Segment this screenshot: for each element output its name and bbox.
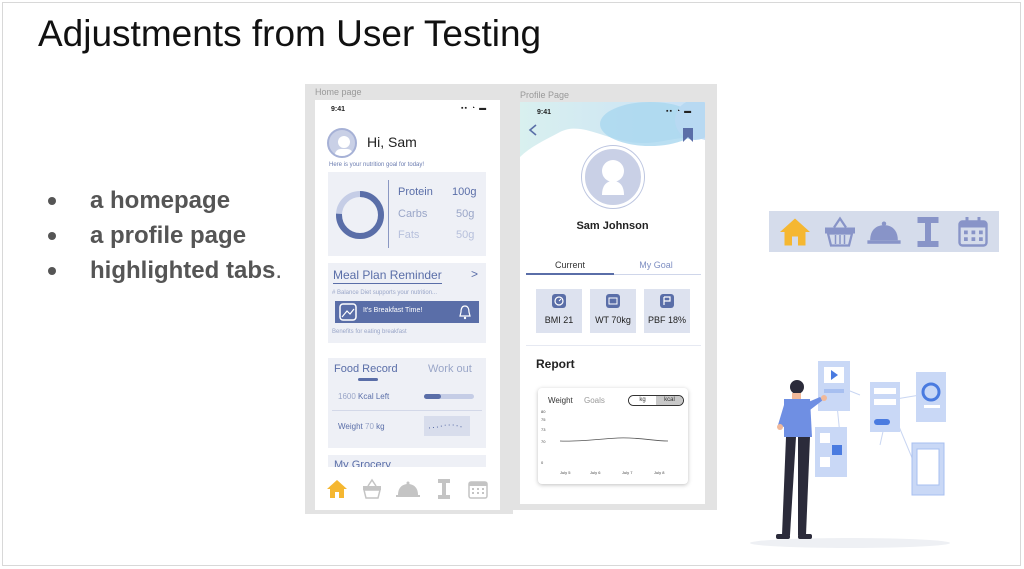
avatar-person-icon xyxy=(602,160,624,195)
breakfast-banner[interactable]: It's Breakfast Time! xyxy=(335,301,479,323)
stat-weight[interactable]: WT 70kg xyxy=(590,289,636,333)
home-icon[interactable] xyxy=(777,214,813,250)
tab-my-goal[interactable]: My Goal xyxy=(612,260,700,270)
x-tick: July 8 xyxy=(654,470,665,475)
scale-icon xyxy=(606,294,620,308)
avatar-person-icon xyxy=(335,136,353,156)
gauge-icon xyxy=(552,294,566,308)
weight-chart-card[interactable]: Weight Goals kg kcal 80 75 73 70 0 July … xyxy=(538,388,688,484)
x-tick: July 7 xyxy=(622,470,633,475)
profile-name: Sam Johnson xyxy=(576,220,649,232)
bullet-text: highlighted tabs xyxy=(90,256,276,284)
avatar[interactable] xyxy=(327,128,357,158)
report-title: Report xyxy=(536,357,575,371)
stat-bmi[interactable]: BMI 21 xyxy=(536,289,582,333)
home-frame-label: Home page xyxy=(315,87,362,97)
nutrition-card[interactable]: Protein 100g Carbs 50g Fats 50g xyxy=(328,172,486,256)
status-icons: ▪▪ ◔ ▬ xyxy=(666,108,693,115)
nutrient-fats: Fats xyxy=(398,229,420,241)
unit-kg[interactable]: kg xyxy=(629,396,656,405)
nutrient-protein: Protein xyxy=(398,186,433,198)
cloche-icon[interactable] xyxy=(395,477,421,501)
chart-weight-tab[interactable]: Weight xyxy=(548,396,573,405)
weight-sparkline xyxy=(424,416,470,436)
tab-current[interactable]: Current xyxy=(526,260,614,270)
dumbbell-icon[interactable] xyxy=(910,214,946,250)
y-tick: 0 xyxy=(541,460,544,465)
profile-page-frame: Profile Page 9:41 ▪▪ ◔ ▬ Sam Johnson Cur… xyxy=(512,84,717,510)
bell-icon xyxy=(459,305,471,320)
bullet-item: a profile page xyxy=(48,218,282,253)
weight-number: 70 xyxy=(365,422,374,431)
bottom-nav xyxy=(315,467,500,510)
nutrition-donut-icon xyxy=(336,191,384,239)
basket-icon[interactable] xyxy=(360,477,384,501)
basket-icon[interactable] xyxy=(822,214,858,250)
kcal-number: 1600 xyxy=(338,392,356,401)
weight-line-chart: 80 75 73 70 0 July 5 July 6 July 7 July … xyxy=(541,409,669,475)
meal-plan-footer: Benefits for eating breakfast xyxy=(332,329,407,335)
food-record-card[interactable]: Food Record Work out 1600 Kcal Left Weig… xyxy=(328,358,486,448)
weight-line xyxy=(559,437,669,442)
tab-food-record[interactable]: Food Record xyxy=(334,363,398,375)
bullet-text: a homepage xyxy=(90,186,231,214)
y-tick: 70 xyxy=(541,439,546,444)
dumbbell-icon[interactable] xyxy=(433,477,455,501)
x-tick: July 5 xyxy=(560,470,571,475)
greeting: Hi, Sam xyxy=(367,134,417,150)
nutrient-carbs-value: 50g xyxy=(456,208,475,220)
home-page-frame: Home page 9:41 ▪▪ ◔ ▬ Hi, Sam Here is yo… xyxy=(305,84,513,514)
kcal-progress xyxy=(424,394,474,399)
bookmark-icon[interactable] xyxy=(682,128,694,142)
bullet-list: a homepage a profile page highlighted ta… xyxy=(48,183,282,288)
nutrient-protein-value: 100g xyxy=(452,186,477,198)
calendar-icon[interactable] xyxy=(466,477,490,501)
home-icon[interactable] xyxy=(325,477,349,501)
flag-icon xyxy=(660,294,674,308)
x-tick: July 6 xyxy=(590,470,601,475)
back-icon[interactable] xyxy=(528,124,538,136)
slide-title: Adjustments from User Testing xyxy=(38,13,542,54)
profile-phone: 9:41 ▪▪ ◔ ▬ Sam Johnson Current My Goal … xyxy=(520,102,705,504)
stat-weight-text: WT 70kg xyxy=(595,315,631,325)
meal-plan-card[interactable]: Meal Plan Reminder > # Balance Diet supp… xyxy=(328,263,486,343)
kcal-row: 1600 Kcal Left xyxy=(338,392,389,401)
y-tick: 73 xyxy=(541,427,546,432)
status-icons: ▪▪ ◔ ▬ xyxy=(461,105,488,112)
weight-label: Weight xyxy=(338,422,363,431)
profile-avatar[interactable] xyxy=(582,146,644,208)
stat-pbf[interactable]: PBF 18% xyxy=(644,289,690,333)
status-time: 9:41 xyxy=(537,109,552,116)
stat-pbf-text: PBF 18% xyxy=(647,315,687,325)
nutrient-carbs: Carbs xyxy=(398,208,428,220)
status-time: 9:41 xyxy=(331,106,346,113)
profile-frame-label: Profile Page xyxy=(520,90,570,100)
home-phone: 9:41 ▪▪ ◔ ▬ Hi, Sam Here is your nutriti… xyxy=(315,100,500,510)
calendar-icon[interactable] xyxy=(955,214,991,250)
bullet-item: a homepage xyxy=(48,183,282,218)
kcal-label: Kcal Left xyxy=(358,392,390,401)
weight-unit: kg xyxy=(376,422,385,431)
unit-kcal[interactable]: kcal xyxy=(656,396,683,405)
goal-text: Here is your nutrition goal for today! xyxy=(329,162,425,168)
stat-bmi-text: BMI 21 xyxy=(544,315,574,325)
person-with-screens-illustration xyxy=(750,361,950,548)
unit-toggle[interactable]: kg kcal xyxy=(628,395,684,406)
bullet-item: highlighted tabs. xyxy=(48,253,282,288)
nutrient-fats-value: 50g xyxy=(456,229,475,241)
chart-goals-tab[interactable]: Goals xyxy=(584,396,605,405)
bullet-tail: . xyxy=(275,256,282,284)
cloche-icon[interactable] xyxy=(866,214,902,250)
meal-plan-sub: # Balance Diet supports your nutrition..… xyxy=(332,290,438,296)
meal-plan-title: Meal Plan Reminder xyxy=(333,268,442,284)
tab-work-out[interactable]: Work out xyxy=(428,363,472,375)
image-icon xyxy=(339,303,357,321)
y-tick: 80 xyxy=(541,409,546,414)
breakfast-text: It's Breakfast Time! xyxy=(363,307,423,314)
meal-plan-arrow[interactable]: > xyxy=(471,267,478,281)
weight-row: Weight 70 kg xyxy=(338,422,385,431)
bullet-text: a profile page xyxy=(90,221,247,249)
highlighted-tabs-strip xyxy=(769,211,999,252)
y-tick: 75 xyxy=(541,417,546,422)
